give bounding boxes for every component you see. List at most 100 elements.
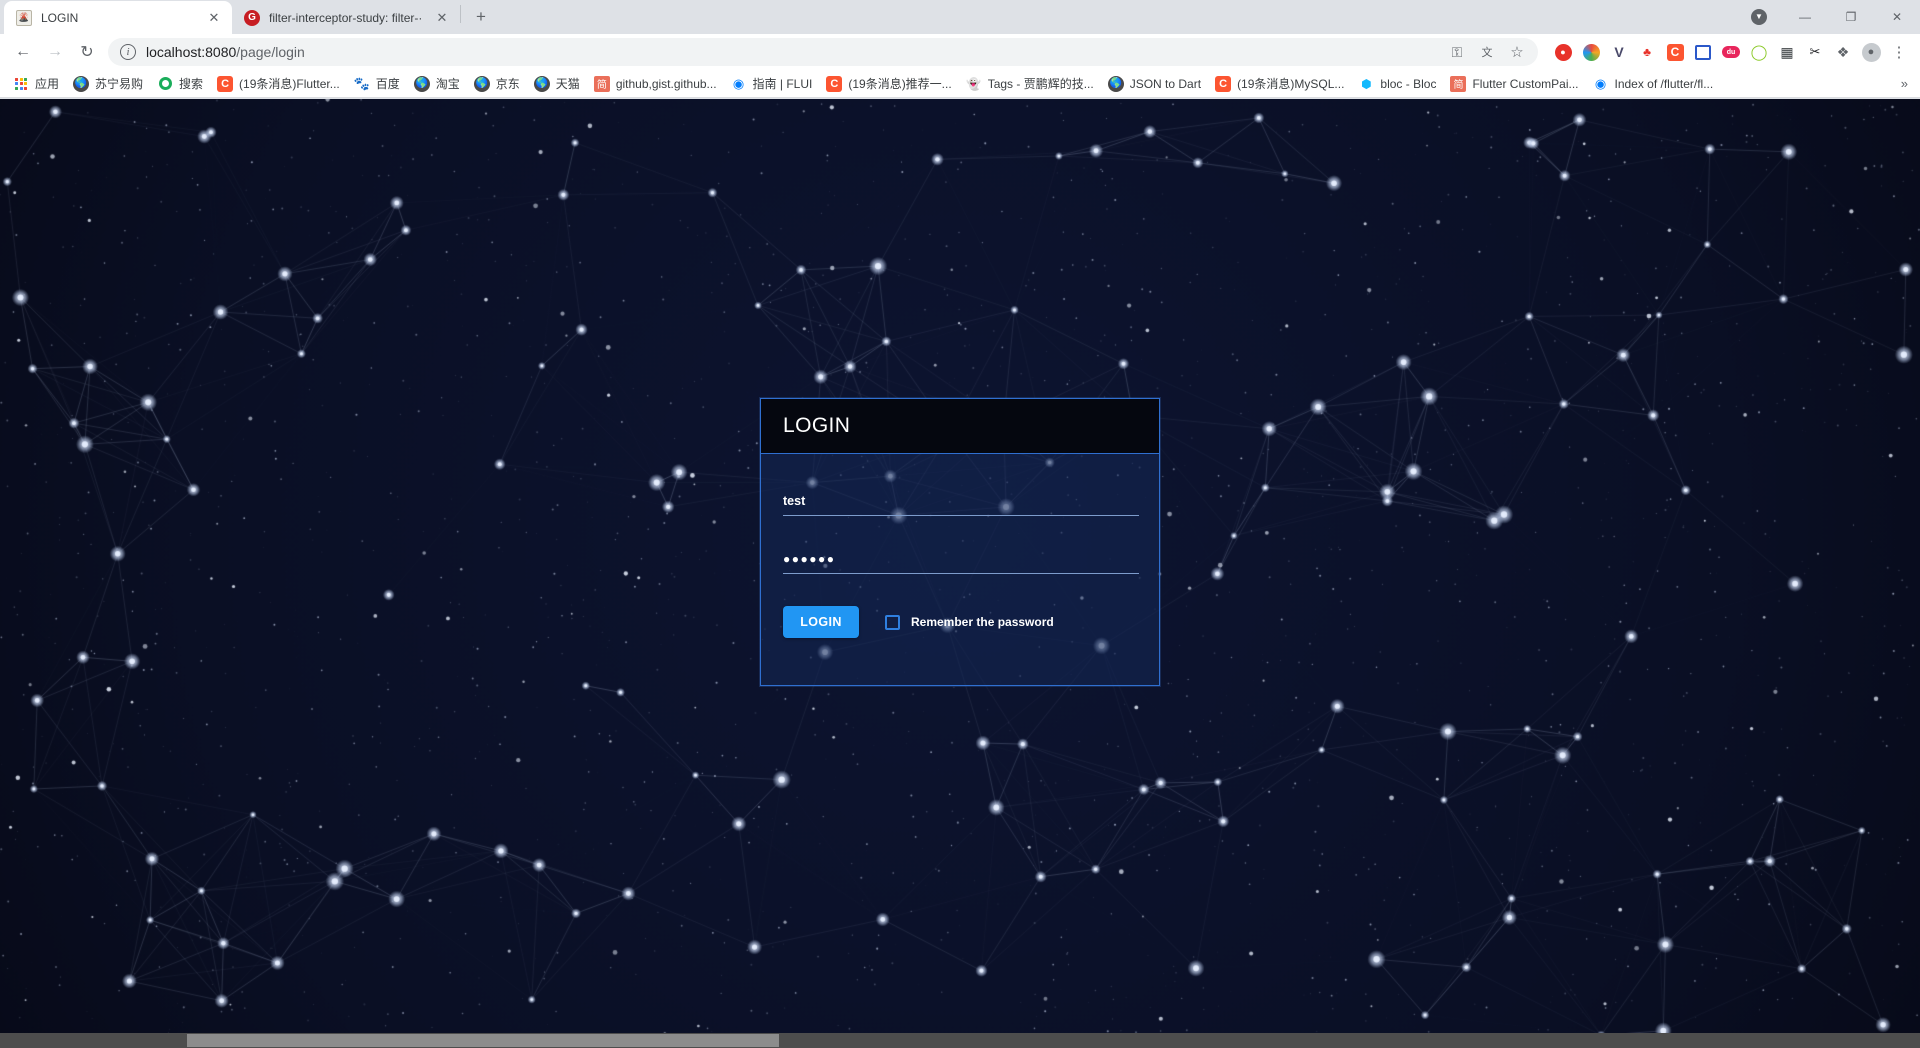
maximize-button[interactable]: ❐	[1828, 0, 1874, 33]
back-button[interactable]: ←	[8, 37, 38, 67]
bookmark-label: 淘宝	[435, 77, 460, 91]
jianshu-icon: 简	[593, 75, 610, 92]
globe-icon: 🌎	[473, 75, 490, 92]
profile-avatar-icon[interactable]: ●	[1858, 39, 1884, 65]
bookmark-star-icon[interactable]: ☆	[1504, 39, 1530, 65]
bookmark-label: 搜索	[179, 77, 204, 91]
login-actions: LOGIN Remember the password	[783, 606, 1137, 638]
tab-title: filter-interceptor-study: filter-·	[269, 10, 423, 25]
url-path: /page/login	[236, 44, 305, 60]
password-key-icon[interactable]: ⚿	[1444, 39, 1470, 65]
forward-button[interactable]: →	[40, 37, 70, 67]
omnibox-actions: ⚿ 文 ☆	[1444, 39, 1530, 65]
site-info-icon[interactable]: i	[120, 44, 136, 60]
username-input[interactable]	[783, 490, 1139, 516]
csdn-icon[interactable]: C	[1662, 39, 1688, 65]
page-title: LOGIN	[783, 414, 851, 437]
bookmark-baidu[interactable]: 🐾 百度	[347, 72, 407, 95]
bookmark-label: 百度	[375, 77, 400, 91]
bookmark-suning[interactable]: 🌎 苏宁易购	[66, 72, 150, 95]
bookmark-jd[interactable]: 🌎 京东	[467, 72, 527, 95]
minimize-button[interactable]: —	[1782, 0, 1828, 33]
scrollbar-thumb[interactable]	[187, 1034, 779, 1047]
bookmark-label: 苏宁易购	[95, 77, 144, 91]
clipper-icon[interactable]: ✂	[1802, 39, 1828, 65]
du-icon[interactable]: du	[1718, 39, 1744, 65]
bookmark-label: (19条消息)推荐一...	[848, 77, 952, 91]
chrome-menu-icon[interactable]: ⋮	[1886, 39, 1912, 65]
login-card-header: LOGIN	[761, 399, 1159, 454]
flutter-icon: ◉	[1594, 75, 1607, 91]
bookmark-taobao[interactable]: 🌎 淘宝	[407, 72, 467, 95]
adblock-icon[interactable]: ●	[1550, 39, 1576, 65]
bookmark-label: 应用	[35, 77, 60, 91]
puzzle-extensions-icon[interactable]: ❖	[1830, 39, 1856, 65]
remember-password-checkbox[interactable]	[885, 614, 900, 630]
globe-icon: 🌎	[1107, 75, 1124, 92]
lemon-icon[interactable]: ◯	[1746, 39, 1772, 65]
tab-filter-interceptor-study[interactable]: G filter-interceptor-study: filter-· ✕	[232, 1, 460, 34]
bookmark-label: Tags - 贾鹏辉的技...	[987, 77, 1094, 91]
bookmark-search[interactable]: 搜索	[150, 72, 210, 95]
bookmark-csdn-flutter[interactable]: C (19条消息)Flutter...	[210, 72, 347, 95]
color-wheel-icon[interactable]	[1578, 39, 1604, 65]
password-input[interactable]	[783, 548, 1139, 574]
qrcode-icon[interactable]: ▦	[1774, 39, 1800, 65]
bookmark-json-to-dart[interactable]: 🌎 JSON to Dart	[1101, 73, 1208, 95]
bookmark-csdn-recommend[interactable]: C (19条消息)推荐一...	[819, 72, 958, 95]
downloads-button[interactable]: ▼	[1736, 0, 1782, 33]
globe-icon: 🌎	[533, 75, 550, 92]
browser-toolbar: ← → ↻ i localhost:8080/page/login ⚿ 文 ☆ …	[0, 34, 1920, 70]
vimium-icon[interactable]: V	[1606, 39, 1632, 65]
sitemap-icon[interactable]: ♣	[1634, 39, 1660, 65]
bookmark-flui-guide[interactable]: ◉ 指南 | FLUI	[724, 72, 820, 95]
bookmark-flutter-custompaint[interactable]: 简 Flutter CustomPai...	[1443, 73, 1585, 95]
tab-title: LOGIN	[41, 10, 79, 25]
new-tab-button[interactable]: +	[467, 3, 495, 31]
jianshu-icon: 简	[1450, 75, 1467, 92]
bookmarks-bar: 应用 🌎 苏宁易购 搜索 C (19条消息)Flutter... 🐾 百度 🌎 …	[0, 70, 1920, 98]
bookmark-label: JSON to Dart	[1129, 76, 1202, 91]
baidu-icon: 🐾	[353, 75, 370, 91]
bookmark-csdn-mysql[interactable]: C (19条消息)MySQL...	[1208, 72, 1351, 95]
bookmarks-overflow-button[interactable]: »	[1895, 76, 1914, 91]
bookmark-github-gist[interactable]: 简 github,gist.github...	[587, 73, 724, 95]
browser-window: 🌋 LOGIN ✕ G filter-interceptor-study: fi…	[0, 0, 1920, 1048]
remember-password-label: Remember the password	[911, 615, 1054, 629]
bookmark-tmall[interactable]: 🌎 天猫	[527, 72, 587, 95]
page-favicon: 🌋	[16, 9, 32, 26]
bookmark-bloc[interactable]: ⬢ bloc - Bloc	[1351, 73, 1443, 95]
bookmark-label: 指南 | FLUI	[752, 77, 813, 91]
bookmark-label: 天猫	[555, 77, 580, 91]
bookmark-index-of-flutter[interactable]: ◉ Index of /flutter/fl...	[1585, 73, 1720, 95]
horizontal-scrollbar[interactable]	[0, 1033, 1920, 1048]
login-button[interactable]: LOGIN	[783, 606, 859, 638]
password-field	[783, 548, 1139, 574]
login-card: LOGIN LOGIN Remember the password	[760, 398, 1160, 686]
download-arrow-icon: ▼	[1751, 8, 1767, 25]
username-field	[783, 490, 1139, 516]
page-viewport: LOGIN LOGIN Remember the password	[0, 99, 1920, 1048]
apps-grid-icon	[13, 76, 29, 92]
reader-icon[interactable]	[1690, 39, 1716, 65]
bookmark-tags-blog[interactable]: 👻 Tags - 贾鹏辉的技...	[959, 72, 1101, 95]
csdn-icon: C	[826, 75, 843, 92]
reload-button[interactable]: ↻	[72, 37, 102, 67]
url-input[interactable]: localhost:8080/page/login	[146, 44, 305, 60]
bookmark-label: Flutter CustomPai...	[1472, 76, 1579, 91]
close-icon[interactable]: ✕	[434, 10, 450, 26]
tab-strip: 🌋 LOGIN ✕ G filter-interceptor-study: fi…	[0, 0, 1920, 34]
translate-icon[interactable]: 文	[1474, 39, 1500, 65]
extension-toolbar: ● V ♣ C du ◯ ▦ ✂ ❖ ● ⋮	[1546, 39, 1912, 65]
bookmark-label: (19条消息)Flutter...	[239, 77, 340, 91]
tab-login[interactable]: 🌋 LOGIN ✕	[4, 1, 232, 34]
bookmark-apps[interactable]: 应用	[6, 72, 66, 95]
remember-password-row[interactable]: Remember the password	[885, 614, 1054, 630]
bookmark-label: (19条消息)MySQL...	[1237, 77, 1345, 91]
csdn-icon: C	[1215, 75, 1232, 92]
close-icon[interactable]: ✕	[206, 10, 222, 26]
search-circle-icon	[157, 76, 173, 92]
close-button[interactable]: ✕	[1874, 0, 1920, 33]
address-bar[interactable]: i localhost:8080/page/login ⚿ 文 ☆	[108, 38, 1538, 66]
window-controls: ▼ — ❐ ✕	[1736, 0, 1920, 33]
